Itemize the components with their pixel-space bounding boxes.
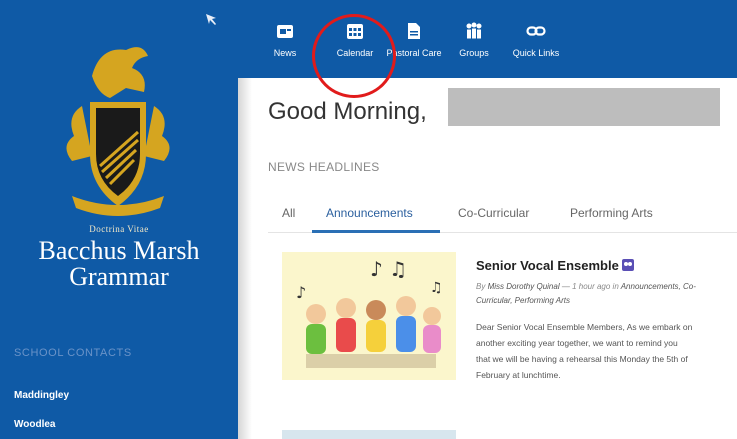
- article-title[interactable]: Senior Vocal Ensemble: [476, 258, 635, 273]
- nav-groups[interactable]: Groups: [444, 20, 504, 58]
- group-badge-icon: [622, 259, 635, 271]
- svg-text:♪ ♫: ♪ ♫: [370, 257, 407, 281]
- pin-icon[interactable]: [204, 12, 218, 30]
- tab-co-curricular[interactable]: Co-Curricular: [458, 206, 529, 220]
- svg-text:♫: ♫: [430, 280, 443, 296]
- article-categories-b[interactable]: Curricular, Performing Arts: [476, 296, 570, 305]
- excerpt-line: Dear Senior Vocal Ensemble Members, As w…: [476, 322, 693, 332]
- redacted-user-name: [448, 88, 720, 126]
- link-icon: [526, 26, 546, 36]
- next-article-thumbnail[interactable]: [282, 430, 456, 439]
- school-name-line-1: Bacchus Marsh: [38, 236, 200, 265]
- calendar-highlight-circle: [312, 14, 396, 98]
- excerpt-line: February at lunchtime.: [476, 370, 561, 380]
- sidebar: Doctrina Vitae Bacchus Marsh Grammar SCH…: [0, 0, 238, 439]
- tab-announcements[interactable]: Announcements: [326, 206, 413, 220]
- svg-text:♪: ♪: [296, 283, 306, 302]
- nav-quick-links-label: Quick Links: [512, 48, 560, 58]
- tab-all[interactable]: All: [282, 206, 295, 220]
- content-shadow: [238, 78, 252, 439]
- excerpt-line: that we will be having a rehearsal this …: [476, 354, 688, 364]
- article-categories-a[interactable]: Announcements, Co-: [621, 282, 696, 291]
- article-author[interactable]: Miss Dorothy Quinal: [488, 282, 560, 291]
- news-icon: [277, 25, 293, 38]
- news-headlines-heading: NEWS HEADLINES: [268, 160, 380, 174]
- nav-news[interactable]: News: [255, 20, 315, 58]
- school-motto: Doctrina Vitae: [89, 224, 149, 234]
- article-thumbnail-singing-kids[interactable]: ♪ ♫ ♪ ♫: [282, 252, 456, 380]
- article-meta: By Miss Dorothy Quinal — 1 hour ago in A…: [476, 280, 737, 308]
- school-name: Bacchus Marsh Grammar: [0, 238, 238, 290]
- greeting-text: Good Morning,: [268, 98, 427, 125]
- document-icon: [408, 23, 420, 39]
- nav-quick-links[interactable]: Quick Links: [506, 20, 566, 58]
- school-crest-logo: [66, 47, 170, 216]
- tab-performing-arts[interactable]: Performing Arts: [570, 206, 653, 220]
- nav-groups-label: Groups: [459, 48, 489, 58]
- contact-link-woodlea[interactable]: Woodlea: [14, 419, 55, 430]
- meta-prefix: By: [476, 282, 486, 291]
- people-icon: [466, 22, 482, 39]
- contacts-heading: SCHOOL CONTACTS: [14, 347, 132, 359]
- contact-link-maddingley[interactable]: Maddingley: [14, 390, 69, 401]
- excerpt-line: another exciting year together, we want …: [476, 338, 678, 348]
- school-name-line-2: Grammar: [69, 262, 169, 291]
- article-excerpt: Dear Senior Vocal Ensemble Members, As w…: [476, 319, 737, 383]
- active-tab-indicator: [312, 230, 440, 233]
- nav-news-label: News: [273, 48, 297, 58]
- article-title-text: Senior Vocal Ensemble: [476, 258, 619, 273]
- article-time: — 1 hour ago in: [561, 282, 619, 291]
